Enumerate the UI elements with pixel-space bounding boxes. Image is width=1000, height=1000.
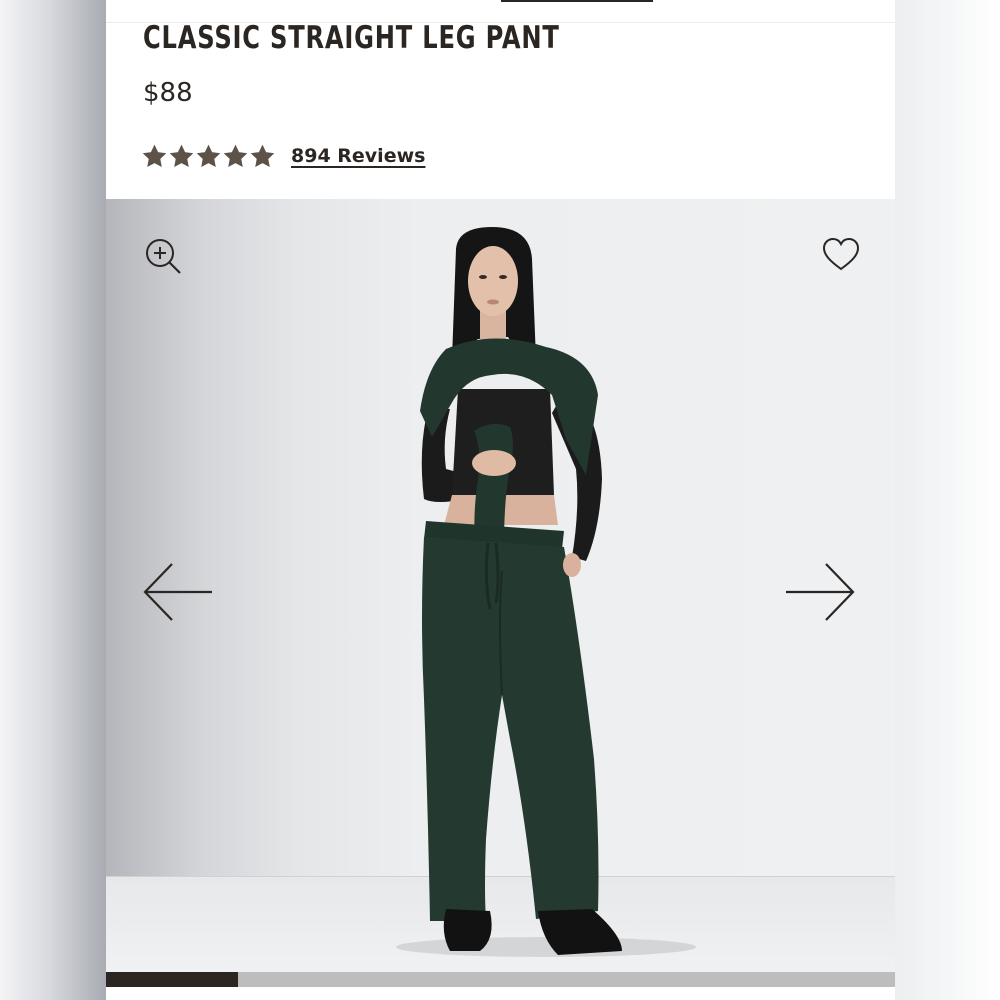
left-backdrop (0, 0, 106, 1000)
zoom-in-icon[interactable] (144, 237, 184, 277)
star-icon (169, 144, 194, 167)
right-backdrop (895, 0, 1000, 1000)
gallery-progress-fill (106, 972, 238, 987)
star-icon (223, 144, 248, 167)
arrow-left-icon[interactable] (140, 559, 216, 625)
top-tab-indicator (501, 0, 653, 2)
arrow-right-icon[interactable] (782, 559, 858, 625)
product-photo-model (396, 227, 696, 957)
product-title: CLASSIC STRAIGHT LEG PANT (143, 20, 560, 56)
product-image-gallery[interactable] (106, 199, 895, 972)
heart-icon[interactable] (820, 235, 862, 275)
star-icon (142, 144, 167, 167)
star-icon (196, 144, 221, 167)
product-price: $88 (143, 78, 193, 108)
star-icon (250, 144, 275, 167)
product-page: CLASSIC STRAIGHT LEG PANT $88 894 Review… (106, 0, 895, 1000)
star-rating (142, 144, 275, 169)
gallery-progress-bar (106, 972, 895, 987)
rating-row: 894 Reviews (142, 140, 425, 172)
reviews-link[interactable]: 894 Reviews (291, 145, 425, 167)
